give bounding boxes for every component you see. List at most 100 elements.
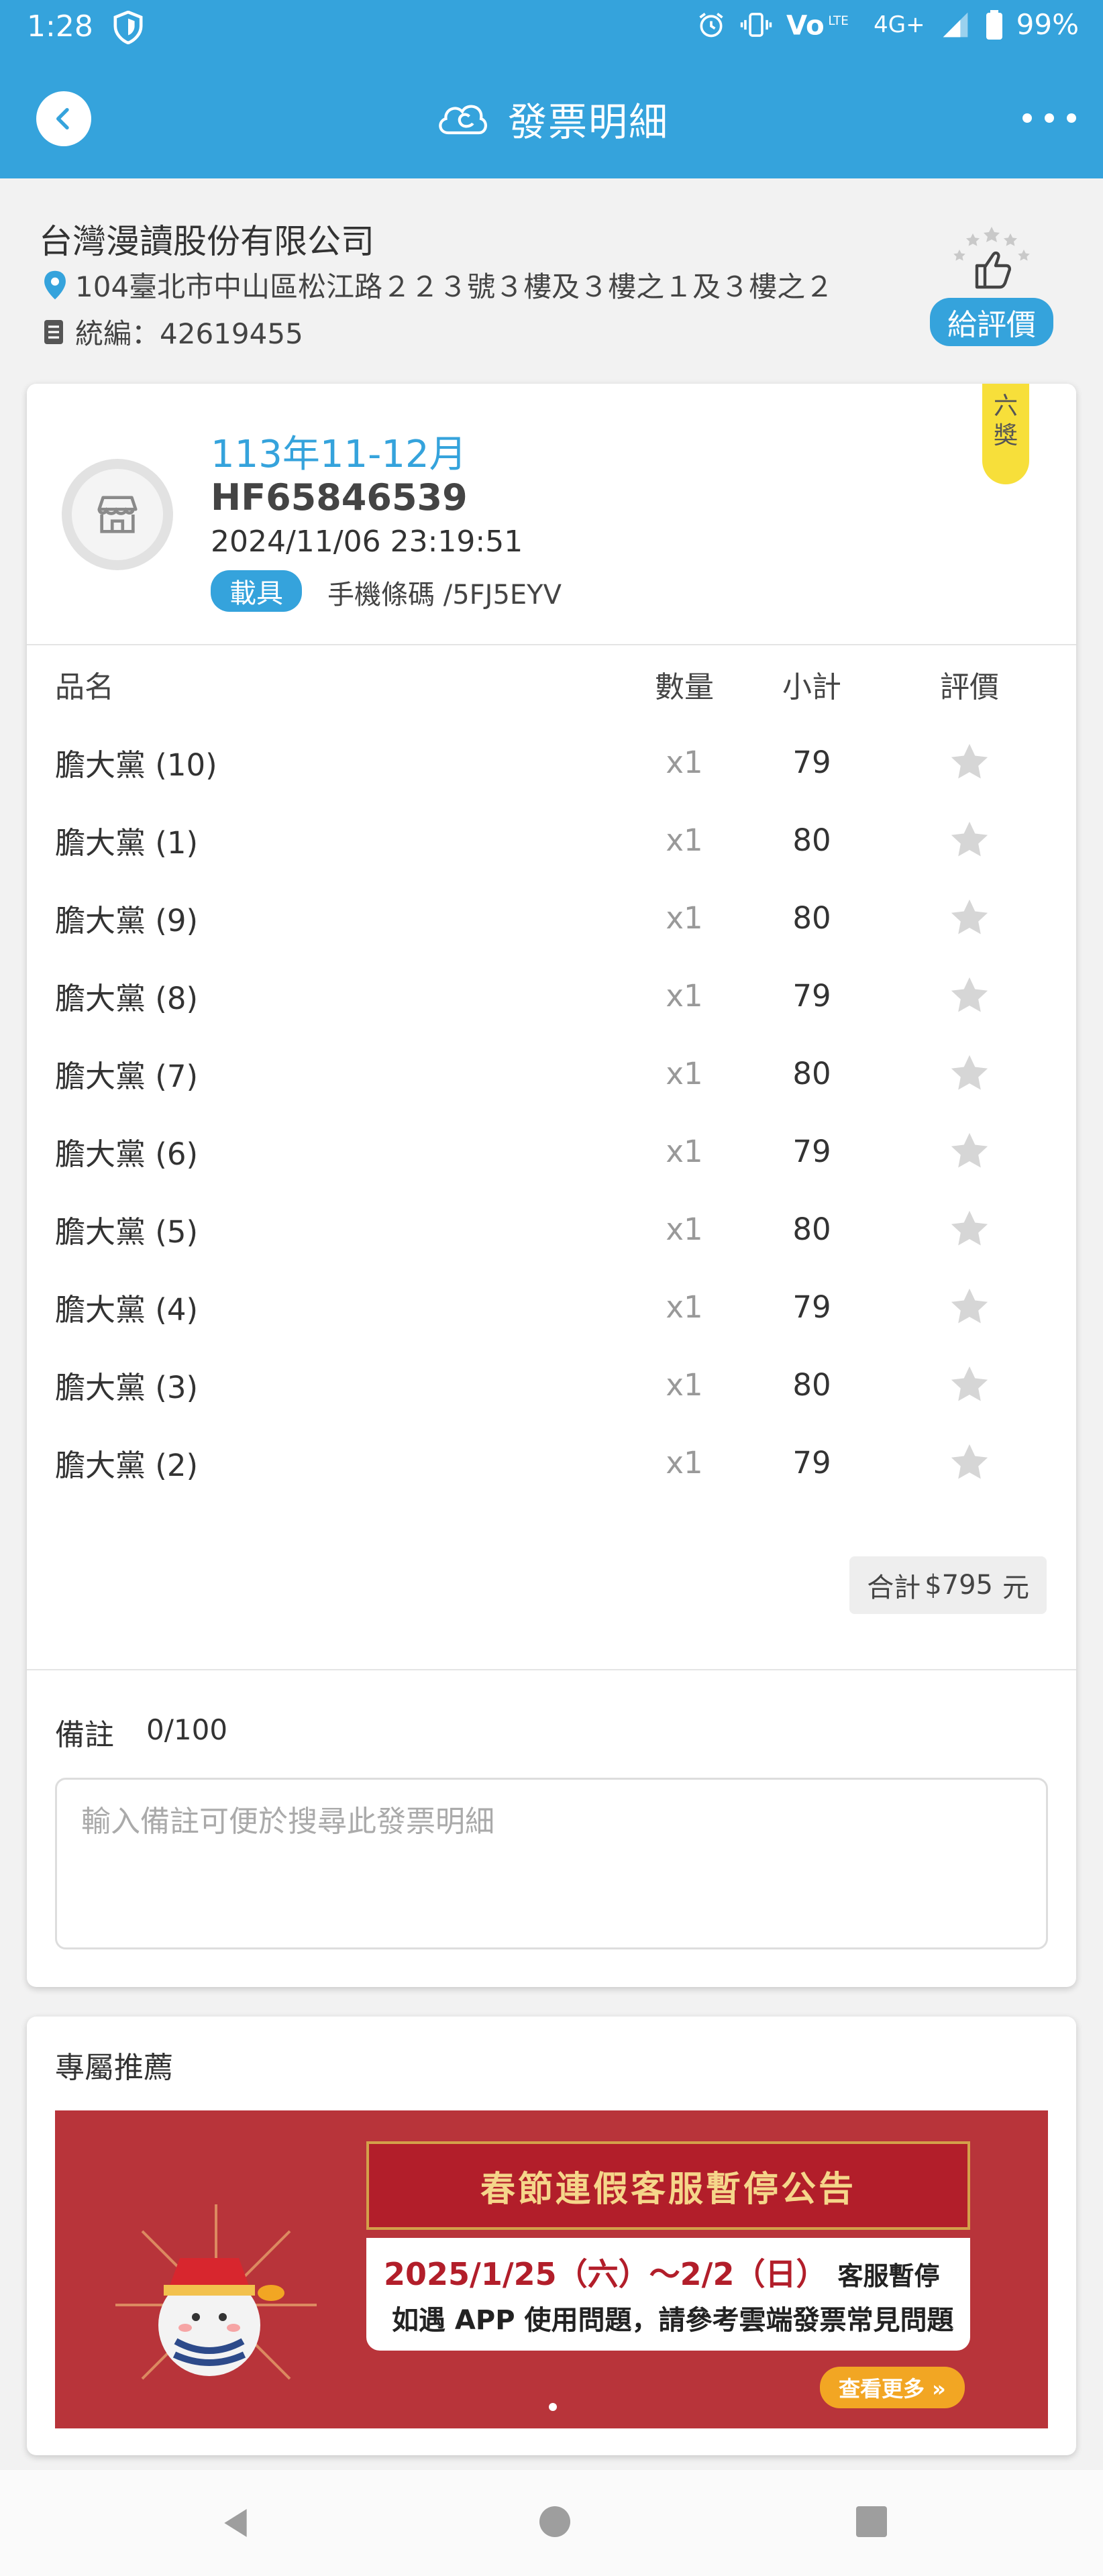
item-subtotal: 80: [792, 1055, 831, 1091]
item-name: 膽大黨 (6): [55, 1136, 199, 1172]
item-subtotal: 79: [792, 1444, 831, 1481]
item-qty: x1: [666, 1133, 703, 1169]
shield-icon: [113, 11, 143, 44]
banner-title-frame: 春節連假客服暫停公告: [366, 2141, 970, 2230]
rating-star-icon: [951, 977, 988, 1012]
store-info: 台灣漫讀股份有限公司 104臺北市中山區松江路２２３號３樓及３樓之１及３樓之２ …: [0, 178, 1103, 380]
promo-banner[interactable]: 春節連假客服暫停公告 2025/1/25（六）～2/2（日） 客服暫停 如遇 A…: [55, 2110, 1048, 2428]
table-row[interactable]: 膽大黨 (5) x1 80: [27, 1190, 1076, 1268]
item-qty: x1: [666, 977, 703, 1014]
item-rate-button[interactable]: [919, 1364, 1020, 1405]
note-input[interactable]: [55, 1778, 1048, 1949]
rating-star-icon: [951, 1055, 988, 1090]
top-bar: 1:28 Vo LTE 4G+ 99% 發票明細: [0, 0, 1103, 178]
item-subtotal: 79: [792, 1133, 831, 1169]
banner-more-button[interactable]: 查看更多 »: [820, 2367, 965, 2408]
table-row[interactable]: 膽大黨 (4) x1 79: [27, 1268, 1076, 1346]
item-name: 膽大黨 (8): [55, 980, 199, 1016]
mascot-image: [115, 2204, 317, 2380]
item-rate-button[interactable]: [919, 897, 1020, 938]
item-subtotal: 79: [792, 977, 831, 1014]
invoice-period: 113年11-12月: [211, 433, 467, 476]
item-name: 膽大黨 (4): [55, 1291, 199, 1328]
item-subtotal: 80: [792, 1211, 831, 1247]
rating-star-icon: [951, 1210, 988, 1246]
item-rate-button[interactable]: [919, 1442, 1020, 1483]
document-icon: [44, 319, 63, 344]
network-type: 4G+: [874, 11, 925, 38]
carousel-indicator: [549, 2403, 557, 2411]
tax-id-value: 42619455: [160, 317, 303, 350]
rate-button[interactable]: 給評價: [930, 298, 1053, 346]
table-row[interactable]: 膽大黨 (8) x1 79: [27, 957, 1076, 1034]
header-subtotal: 小計: [782, 670, 841, 704]
table-row[interactable]: 膽大黨 (1) x1 80: [27, 801, 1076, 879]
item-rate-button[interactable]: [919, 1286, 1020, 1328]
note-char-count: 0/100: [146, 1713, 228, 1746]
item-subtotal: 79: [792, 744, 831, 780]
battery-level: 99%: [1016, 8, 1079, 41]
item-qty: x1: [666, 1289, 703, 1325]
item-name: 膽大黨 (2): [55, 1447, 199, 1483]
table-row[interactable]: 膽大黨 (7) x1 80: [27, 1034, 1076, 1112]
carrier-badge: 載具: [211, 570, 302, 612]
table-row[interactable]: 膽大黨 (6) x1 79: [27, 1112, 1076, 1190]
item-subtotal: 80: [792, 822, 831, 858]
divider: [27, 1669, 1076, 1670]
more-dots-icon: [1022, 113, 1032, 123]
prize-badge: 六獎: [982, 384, 1029, 484]
rating-star-icon: [951, 1366, 988, 1401]
status-bar: 1:28 Vo LTE 4G+ 99%: [0, 0, 1103, 58]
status-icons: Vo LTE 4G+ 99%: [696, 8, 1079, 41]
total-summary: 合計 $795 元: [849, 1556, 1047, 1614]
table-row[interactable]: 膽大黨 (9) x1 80: [27, 879, 1076, 957]
item-rate-button[interactable]: [919, 975, 1020, 1016]
item-qty: x1: [666, 1444, 703, 1481]
title-area: 發票明細: [0, 91, 1103, 146]
header-qty: 數量: [655, 670, 714, 704]
item-rate-button[interactable]: [919, 1208, 1020, 1250]
nav-recents-icon[interactable]: [856, 2506, 887, 2537]
banner-title: 春節連假客服暫停公告: [480, 2169, 856, 2210]
table-row[interactable]: 膽大黨 (2) x1 79: [27, 1424, 1076, 1501]
item-rate-button[interactable]: [919, 741, 1020, 783]
store-address-text: 104臺北市中山區松江路２２３號３樓及３樓之１及３樓之２: [75, 270, 834, 303]
item-qty: x1: [666, 744, 703, 780]
table-row[interactable]: 膽大黨 (10) x1 79: [27, 723, 1076, 801]
nav-home-icon[interactable]: [539, 2506, 570, 2537]
note-label: 備註: [55, 1718, 114, 1752]
item-qty: x1: [666, 900, 703, 936]
banner-body: 2025/1/25（六）～2/2（日） 客服暫停 如遇 APP 使用問題，請參考…: [366, 2238, 970, 2351]
page-title: 發票明細: [507, 99, 669, 145]
status-time: 1:28: [27, 9, 93, 44]
recommend-card: 專屬推薦 春節連假客服暫停公告 2025/1/25（六）～2/2（日） 客服暫停…: [27, 2017, 1076, 2455]
item-name: 膽大黨 (5): [55, 1214, 199, 1250]
item-rate-button[interactable]: [919, 819, 1020, 861]
rate-store[interactable]: 給評價: [926, 225, 1057, 346]
location-pin-icon: [44, 270, 66, 299]
banner-date-line: 2025/1/25（六）～2/2（日） 客服暫停: [384, 2250, 940, 2294]
carrier-value: 手機條碼 /5FJ5EYV: [327, 580, 562, 610]
store-avatar: [62, 459, 173, 570]
alarm-icon: [699, 12, 723, 37]
volte-icon: Vo LTE: [786, 10, 849, 40]
item-rate-button[interactable]: [919, 1130, 1020, 1172]
item-qty: x1: [666, 822, 703, 858]
rating-star-icon: [951, 743, 988, 779]
item-qty: x1: [666, 1211, 703, 1247]
battery-icon: [986, 9, 1002, 40]
rating-star-icon: [951, 1444, 988, 1479]
banner-dates: 2025/1/25（六）～2/2（日）: [384, 2256, 827, 2292]
header-name: 品名: [55, 670, 114, 704]
item-rate-button[interactable]: [919, 1053, 1020, 1094]
tax-id-label: 統編：: [75, 317, 160, 350]
nav-back-icon[interactable]: [219, 2506, 252, 2540]
rating-star-icon: [951, 899, 988, 934]
store-tax-id: 統編：42619455: [43, 311, 303, 352]
more-button[interactable]: [1022, 105, 1076, 131]
vibrate-icon: [740, 12, 772, 37]
banner-notice-line: 如遇 APP 使用問題，請參考雲端發票常見問題: [392, 2305, 954, 2336]
thumbs-up-stars-icon: [953, 227, 1030, 289]
recommend-title: 專屬推薦: [55, 2051, 173, 2085]
table-row[interactable]: 膽大黨 (3) x1 80: [27, 1346, 1076, 1424]
